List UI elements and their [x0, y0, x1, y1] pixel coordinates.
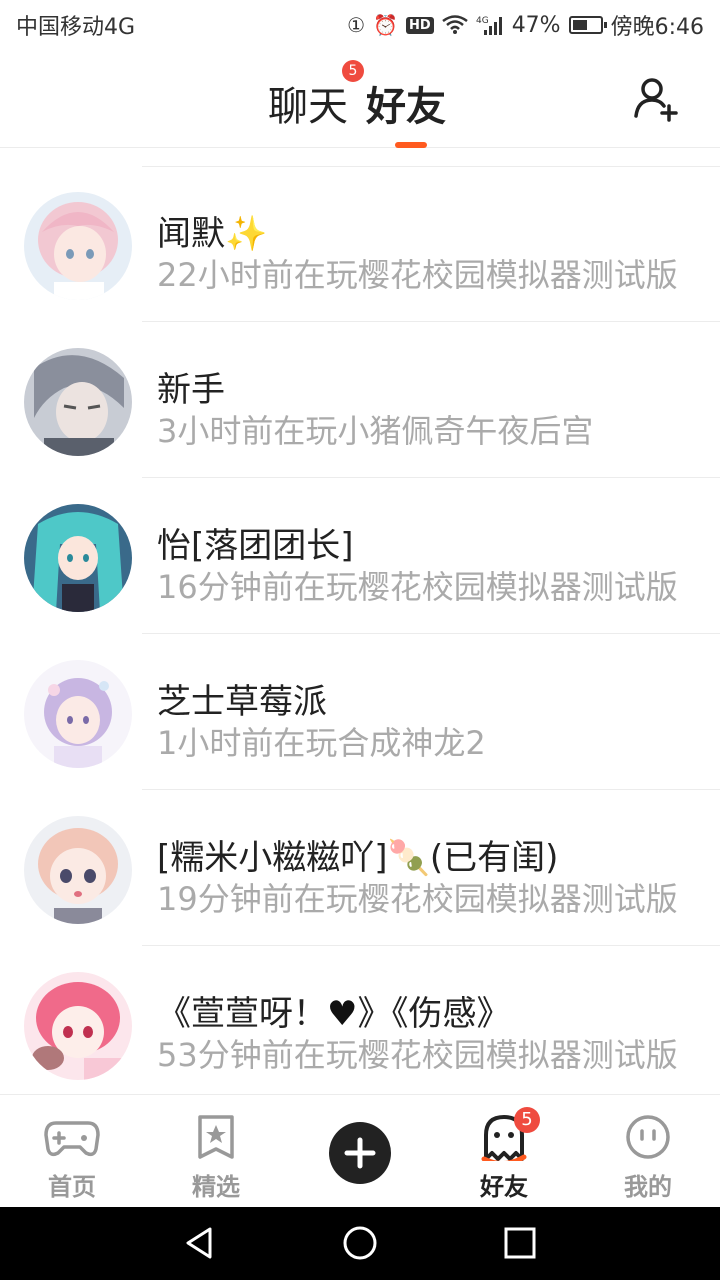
create-button[interactable] — [329, 1122, 391, 1184]
friend-name: 《萱萱呀！ — [157, 994, 327, 1034]
friend-activity: 1小时前在玩合成神龙2 — [157, 724, 486, 762]
recents-icon[interactable] — [500, 1223, 540, 1263]
nav-home-label: 首页 — [48, 1173, 96, 1201]
dango-emoji: 🍡 — [387, 838, 430, 878]
tab-friends[interactable]: 好友 — [366, 74, 446, 132]
friend-row[interactable]: 《萱萱呀！♥》《伤感》 53分钟前在玩樱花校园模拟器测试版 — [0, 946, 720, 1102]
svg-text:4G: 4G — [476, 16, 489, 26]
heart-emoji: ♥ — [327, 994, 358, 1034]
nav-me-label: 我的 — [624, 1173, 672, 1201]
friend-name: [糯米小糍糍吖] — [157, 838, 388, 878]
friend-name: 闻默 — [157, 214, 225, 254]
cell-signal-icon: 4G — [476, 16, 502, 35]
hd-icon: HD — [406, 16, 434, 34]
nav-me[interactable]: 我的 — [576, 1095, 720, 1208]
bookmark-star-icon — [198, 1115, 234, 1159]
friend-row[interactable]: 闻默✨ 22小时前在玩樱花校园模拟器测试版 — [0, 166, 720, 322]
clock: 傍晚6:46 — [610, 15, 704, 40]
home-icon[interactable] — [340, 1223, 380, 1263]
friend-name-suffix: (已有闺) — [429, 838, 559, 878]
nav-featured[interactable]: 精选 — [144, 1095, 288, 1208]
friend-name: 芝士草莓派 — [157, 682, 327, 722]
nav-friends-label: 好友 — [480, 1173, 528, 1201]
avatar[interactable] — [24, 816, 132, 924]
chat-unread-badge: 5 — [342, 60, 364, 82]
friend-name: 新手 — [157, 370, 225, 410]
sim-icon: ① — [347, 13, 366, 37]
alarm-icon: ⏰ — [373, 13, 399, 37]
tab-chat[interactable]: 聊天 — [268, 74, 348, 132]
avatar[interactable] — [24, 192, 132, 300]
friend-row[interactable]: [糯米小糍糍吖]🍡(已有闺) 19分钟前在玩樱花校园模拟器测试版 — [0, 790, 720, 946]
bottom-nav: 首页 精选 5 好友 我的 — [0, 1094, 720, 1207]
status-bar: 中国移动4G ① ⏰ HD 4G 47% 傍晚6:46 — [0, 0, 720, 50]
friend-activity: 16分钟前在玩樱花校园模拟器测试版 — [157, 568, 678, 606]
add-friend-icon[interactable] — [632, 74, 682, 124]
nav-friends[interactable]: 5 好友 — [432, 1095, 576, 1208]
friend-name-suffix: 》《伤感》 — [357, 994, 511, 1034]
friend-activity: 3小时前在玩小猪佩奇午夜后宫 — [157, 412, 594, 450]
friend-activity: 19分钟前在玩樱花校园模拟器测试版 — [157, 880, 678, 918]
friend-activity: 22小时前在玩樱花校园模拟器测试版 — [157, 256, 678, 294]
friend-name: 怡[落团团长] — [157, 526, 354, 566]
system-nav-bar — [0, 1207, 720, 1280]
smiley-icon — [626, 1115, 670, 1159]
avatar[interactable] — [24, 504, 132, 612]
friend-activity: 53分钟前在玩樱花校园模拟器测试版 — [157, 1036, 678, 1074]
battery-percent: 47% — [511, 12, 561, 38]
nav-featured-label: 精选 — [192, 1173, 240, 1201]
gamepad-icon — [44, 1121, 100, 1157]
nav-friends-badge: 5 — [514, 1107, 540, 1133]
avatar[interactable] — [24, 348, 132, 456]
friend-list: 闻默✨ 22小时前在玩樱花校园模拟器测试版 新手 3小时前在玩小猪佩奇午夜后宫 — [0, 166, 720, 1102]
carrier-label: 中国移动4G — [16, 15, 136, 40]
battery-icon — [568, 16, 607, 34]
friend-row[interactable]: 新手 3小时前在玩小猪佩奇午夜后宫 — [0, 322, 720, 478]
status-icons: ① ⏰ HD 4G 47% 傍晚6:46 — [347, 9, 704, 41]
friend-row[interactable]: 芝士草莓派 1小时前在玩合成神龙2 — [0, 634, 720, 790]
wifi-icon — [441, 15, 468, 34]
plus-icon — [344, 1137, 376, 1169]
back-icon[interactable] — [180, 1223, 220, 1263]
friend-row[interactable]: 怡[落团团长] 16分钟前在玩樱花校园模拟器测试版 — [0, 478, 720, 634]
sparkle-emoji: ✨ — [225, 214, 268, 254]
nav-home[interactable]: 首页 — [0, 1095, 144, 1208]
avatar[interactable] — [24, 972, 132, 1080]
active-tab-indicator — [395, 142, 427, 148]
avatar[interactable] — [24, 660, 132, 768]
